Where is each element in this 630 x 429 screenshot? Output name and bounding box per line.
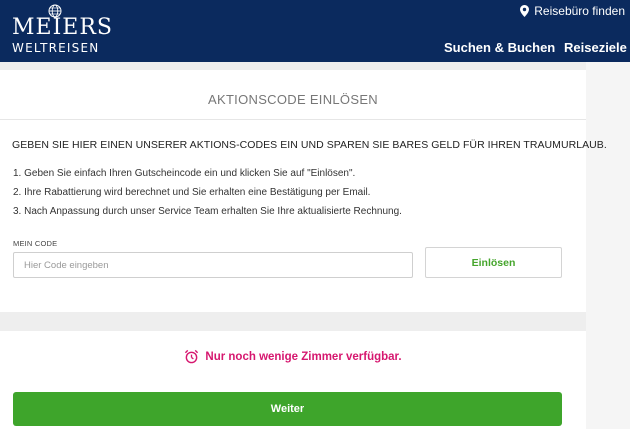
availability-notice: Nur noch wenige Zimmer verfügbar. — [0, 349, 586, 364]
side-panel — [586, 62, 630, 429]
promo-code-input[interactable] — [13, 252, 413, 278]
find-agency-label: Reisebüro finden — [534, 4, 625, 18]
location-pin-icon — [520, 5, 530, 17]
continue-button[interactable]: Weiter — [13, 392, 562, 426]
brand-name: MEIERS — [12, 15, 113, 40]
promo-code-card: AKTIONSCODE EINLÖSEN GEBEN SIE HIER EINE… — [0, 70, 607, 312]
promo-card-header: AKTIONSCODE EINLÖSEN — [0, 70, 586, 120]
nav-destinations[interactable]: Reiseziele — [564, 40, 627, 55]
promo-steps-list: 1. Geben Sie einfach Ihren Gutscheincode… — [13, 168, 402, 225]
code-field-label: MEIN CODE — [13, 239, 58, 248]
redeem-button[interactable]: Einlösen — [425, 247, 562, 278]
find-agency-link[interactable]: Reisebüro finden — [520, 4, 625, 18]
promo-step: 2. Ihre Rabattierung wird berechnet und … — [13, 187, 371, 198]
promo-step: 1. Geben Sie einfach Ihren Gutscheincode… — [13, 168, 356, 179]
alarm-clock-icon — [185, 349, 199, 364]
brand-subtitle: WELTREISEN — [12, 41, 100, 55]
nav-search-book[interactable]: Suchen & Buchen — [444, 40, 555, 55]
top-header: MEIERS WELTREISEN Reisebüro finden Suche… — [0, 0, 630, 62]
promo-intro-text: GEBEN SIE HIER EINEN UNSERER AKTIONS-COD… — [12, 139, 607, 151]
availability-message: Nur noch wenige Zimmer verfügbar. — [205, 350, 402, 363]
promo-title: AKTIONSCODE EINLÖSEN — [208, 92, 378, 107]
availability-card: Nur noch wenige Zimmer verfügbar. Weiter — [0, 331, 586, 429]
promo-step: 3. Nach Anpassung durch unser Service Te… — [13, 206, 402, 217]
